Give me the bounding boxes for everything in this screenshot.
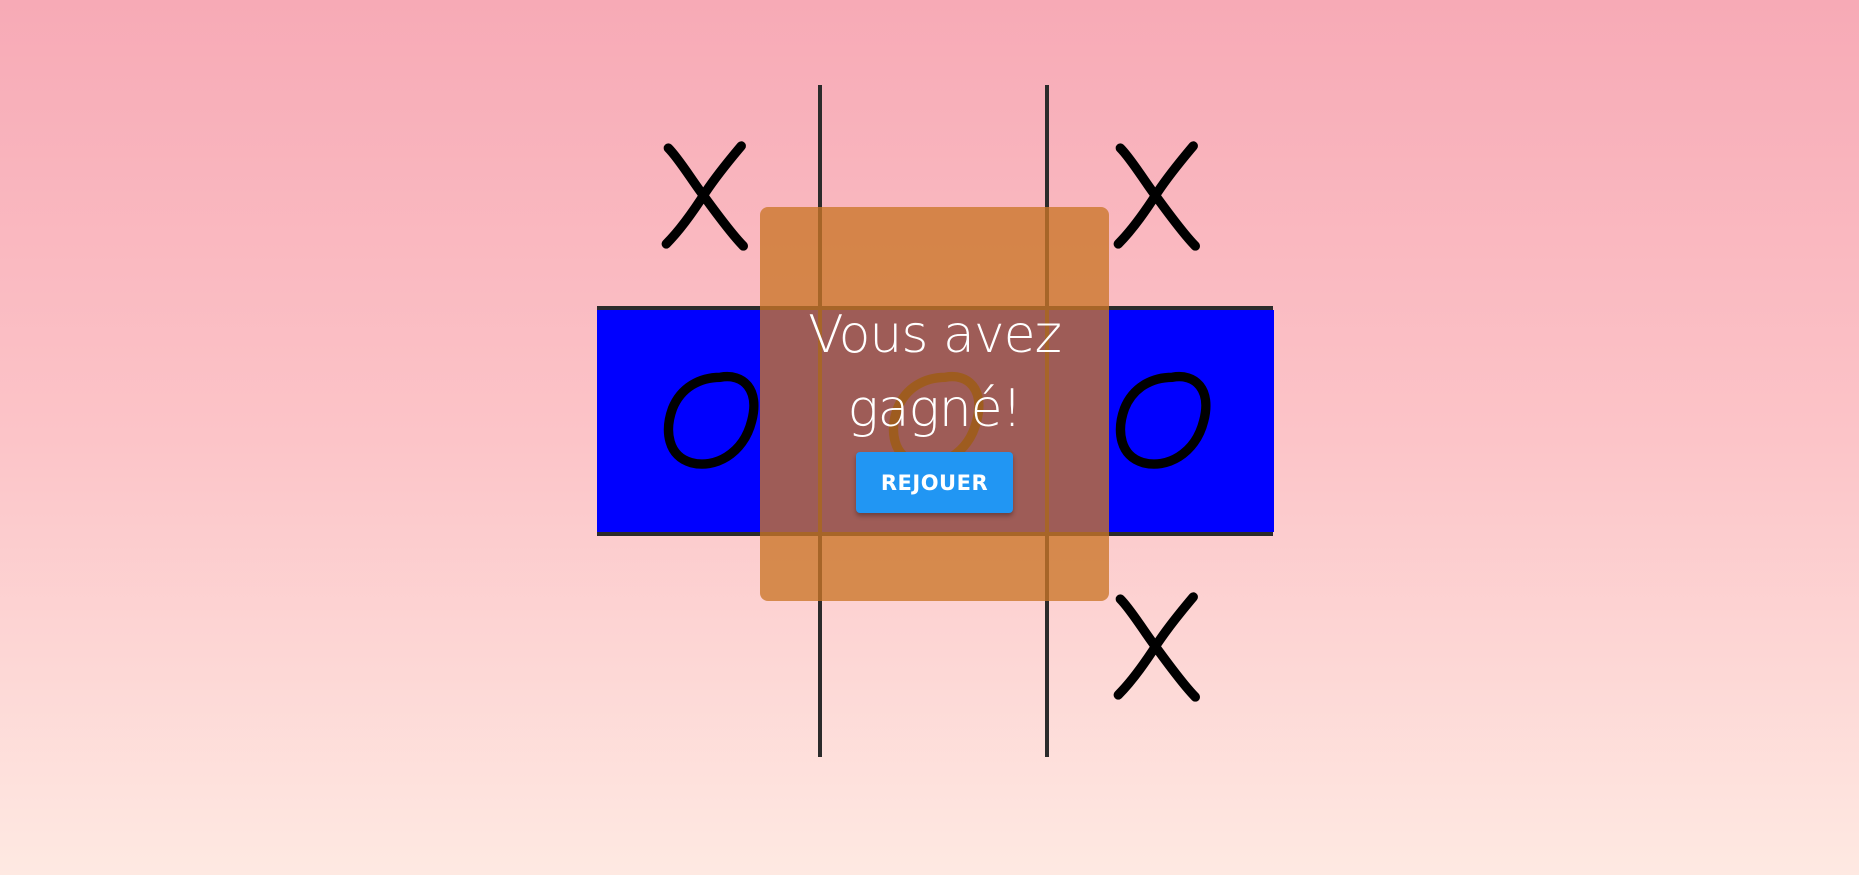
o-mark-icon bbox=[663, 371, 758, 469]
o-mark-icon bbox=[1115, 371, 1210, 469]
x-mark-icon bbox=[661, 141, 748, 251]
game-screen: { "game": { "cells": ["X", "", "X", "O",… bbox=[0, 0, 1859, 875]
x-mark-icon bbox=[1113, 592, 1200, 702]
x-mark-icon bbox=[1113, 141, 1200, 251]
replay-button[interactable]: REJOUER bbox=[856, 452, 1013, 513]
win-message: Vous avez gagné! bbox=[808, 305, 1062, 439]
